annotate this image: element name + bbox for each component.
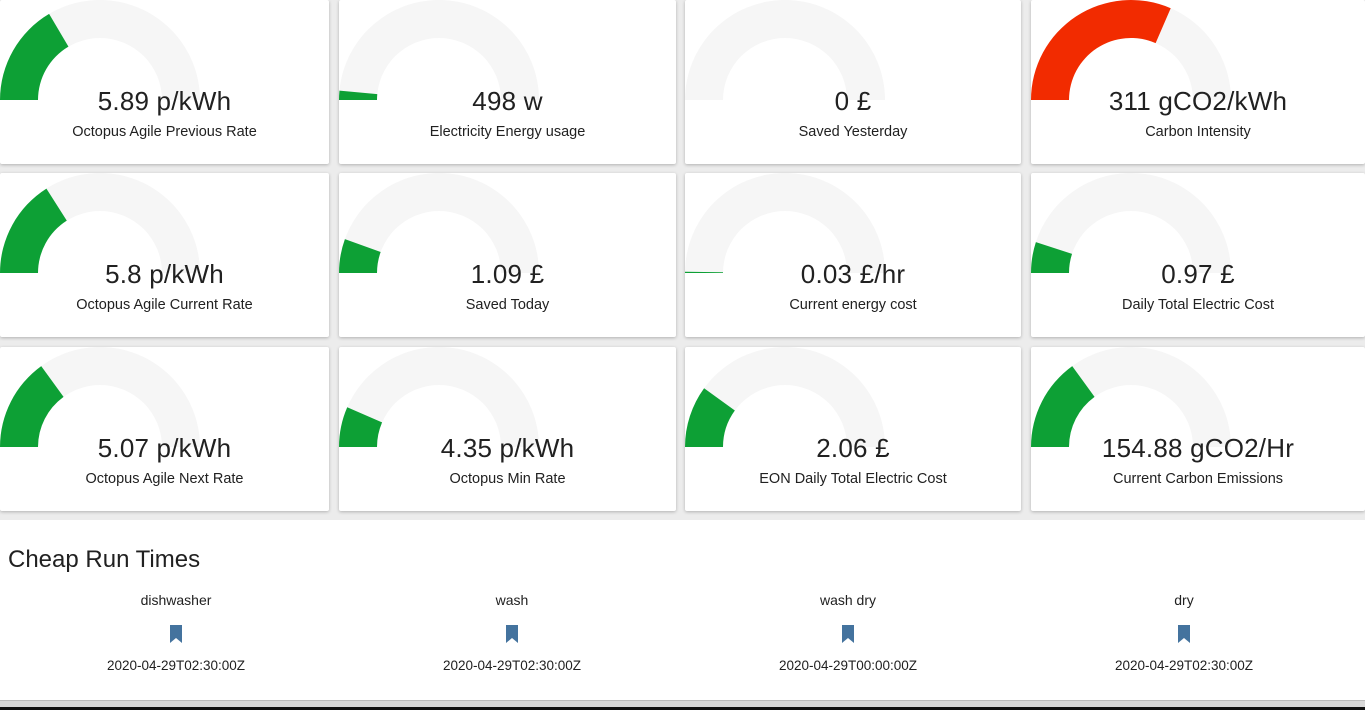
gauge-label: Daily Total Electric Cost (1121, 297, 1275, 313)
gauge-card[interactable]: 2.06 £ EON Daily Total Electric Cost (685, 347, 1021, 511)
entity-dishwasher[interactable]: dishwasher 2020-04-29T02:30:00Z (8, 592, 344, 673)
gauge-card[interactable]: 0.97 £ Daily Total Electric Cost (1031, 173, 1365, 337)
entity-wash[interactable]: wash 2020-04-29T02:30:00Z (344, 592, 680, 673)
gauge-card[interactable]: 1.09 £ Saved Today (339, 173, 676, 337)
gauge-value: 0.03 £/hr (800, 259, 906, 289)
entity-state: 2020-04-29T00:00:00Z (778, 658, 918, 673)
section-title: Cheap Run Times (8, 546, 201, 573)
gauge-card[interactable]: 0.03 £/hr Current energy cost (685, 173, 1021, 337)
gauge-label: Octopus Agile Next Rate (85, 471, 244, 487)
gauge-card[interactable]: 311 gCO2/kWh Carbon Intensity (1031, 0, 1365, 164)
gauge-label: Electricity Energy usage (429, 124, 586, 140)
gauge-fill (1031, 0, 1171, 100)
gauge-card[interactable]: 5.8 p/kWh Octopus Agile Current Rate (0, 173, 329, 337)
gauge-value: 2.06 £ (816, 433, 890, 463)
gauge-label: EON Daily Total Electric Cost (759, 471, 947, 487)
entity-state: 2020-04-29T02:30:00Z (442, 658, 582, 673)
gauge-value: 498 w (472, 86, 543, 116)
entity-state: 2020-04-29T02:30:00Z (1114, 658, 1254, 673)
gauge-card[interactable]: 5.07 p/kWh Octopus Agile Next Rate (0, 347, 329, 511)
entity-wash-dry[interactable]: wash dry 2020-04-29T00:00:00Z (680, 592, 1016, 673)
gauge-track (339, 0, 539, 100)
gauge-label: Saved Yesterday (798, 124, 908, 140)
gauge-track (685, 173, 885, 273)
gauge-value: 5.8 p/kWh (105, 259, 224, 289)
gauge-value: 1.09 £ (470, 259, 545, 289)
entity-name: wash (495, 592, 529, 608)
entity-name: dry (1174, 592, 1194, 608)
gauge-label: Saved Today (465, 297, 550, 313)
entity-name: wash dry (819, 592, 877, 608)
gauge-card[interactable]: 4.35 p/kWh Octopus Min Rate (339, 347, 676, 511)
entity-state: 2020-04-29T02:30:00Z (106, 658, 246, 673)
gauge-label: Octopus Agile Current Rate (76, 297, 253, 313)
gauge-value: 4.35 p/kWh (440, 433, 575, 463)
gauge-value: 311 gCO2/kWh (1108, 86, 1288, 116)
gauge-value: 5.89 p/kWh (97, 86, 232, 116)
gauge-value: 154.88 gCO2/Hr (1101, 433, 1295, 463)
gauge-track (685, 0, 885, 100)
bookmark-icon (170, 625, 182, 643)
gauge-label: Octopus Min Rate (449, 471, 566, 487)
gauge-value: 0.97 £ (1161, 259, 1235, 289)
cheap-run-times-card: Cheap Run Times dishwasher 2020-04-29T02… (0, 520, 1365, 700)
gauge-card[interactable]: 0 £ Saved Yesterday (685, 0, 1021, 164)
entity-name: dishwasher (140, 592, 212, 608)
bookmark-icon (506, 625, 518, 643)
gauge-card[interactable]: 154.88 gCO2/Hr Current Carbon Emissions (1031, 347, 1365, 511)
gauge-card[interactable]: 498 w Electricity Energy usage (339, 0, 676, 164)
gauge-label: Carbon Intensity (1145, 124, 1251, 140)
gauge-value: 5.07 p/kWh (97, 433, 232, 463)
gauge-label: Current energy cost (789, 297, 917, 313)
gauge-card[interactable]: 5.89 p/kWh Octopus Agile Previous Rate (0, 0, 329, 164)
bookmark-icon (842, 625, 854, 643)
gauge-label: Current Carbon Emissions (1112, 471, 1284, 487)
entity-dry[interactable]: dry 2020-04-29T02:30:00Z (1016, 592, 1352, 673)
gauge-value: 0 £ (834, 86, 872, 116)
gauge-label: Octopus Agile Previous Rate (72, 124, 257, 140)
bookmark-icon (1178, 625, 1190, 643)
